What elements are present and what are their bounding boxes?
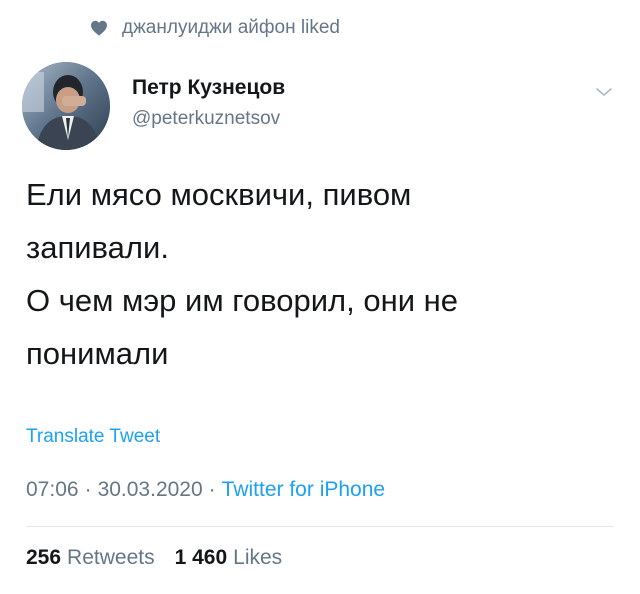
heart-icon	[91, 20, 107, 36]
avatar[interactable]	[22, 62, 110, 150]
tweet-line: Ели мясо москвичи, пивом	[26, 177, 412, 212]
retweets-label[interactable]: Retweets	[67, 546, 155, 570]
tweet-time: 07:06	[26, 478, 79, 501]
tweet-stats: 256 Retweets 1 460 Likes	[26, 546, 282, 570]
social-context: джанлуиджи айфон liked	[90, 14, 340, 42]
likes-count[interactable]: 1 460	[175, 546, 228, 570]
likes-label[interactable]: Likes	[233, 546, 282, 570]
chevron-down-icon[interactable]	[592, 80, 616, 104]
tweet-source-link[interactable]: Twitter for iPhone	[222, 478, 385, 502]
social-context-text: джанлуиджи айфон liked	[122, 17, 340, 38]
tweet-meta: 07:06 · 30.03.2020 · Twitter for iPhone	[26, 478, 385, 502]
tweet-line: понимали	[26, 336, 169, 371]
tweet-text: Ели мясо москвичи, пивом запивали. О чем…	[26, 168, 616, 380]
retweets-count[interactable]: 256	[26, 546, 61, 570]
translate-tweet-link[interactable]: Translate Tweet	[26, 426, 160, 448]
tweet-line: запивали.	[26, 230, 169, 265]
author-name[interactable]: Петр Кузнецов	[132, 76, 285, 100]
divider	[26, 526, 614, 527]
author-handle[interactable]: @peterkuznetsov	[132, 108, 280, 130]
meta-separator: ·	[208, 478, 216, 501]
tweet-line: О чем мэр им говорил, они не	[26, 283, 459, 318]
meta-separator: ·	[84, 478, 92, 501]
avatar-image	[22, 62, 110, 150]
tweet-date: 30.03.2020	[97, 478, 203, 501]
